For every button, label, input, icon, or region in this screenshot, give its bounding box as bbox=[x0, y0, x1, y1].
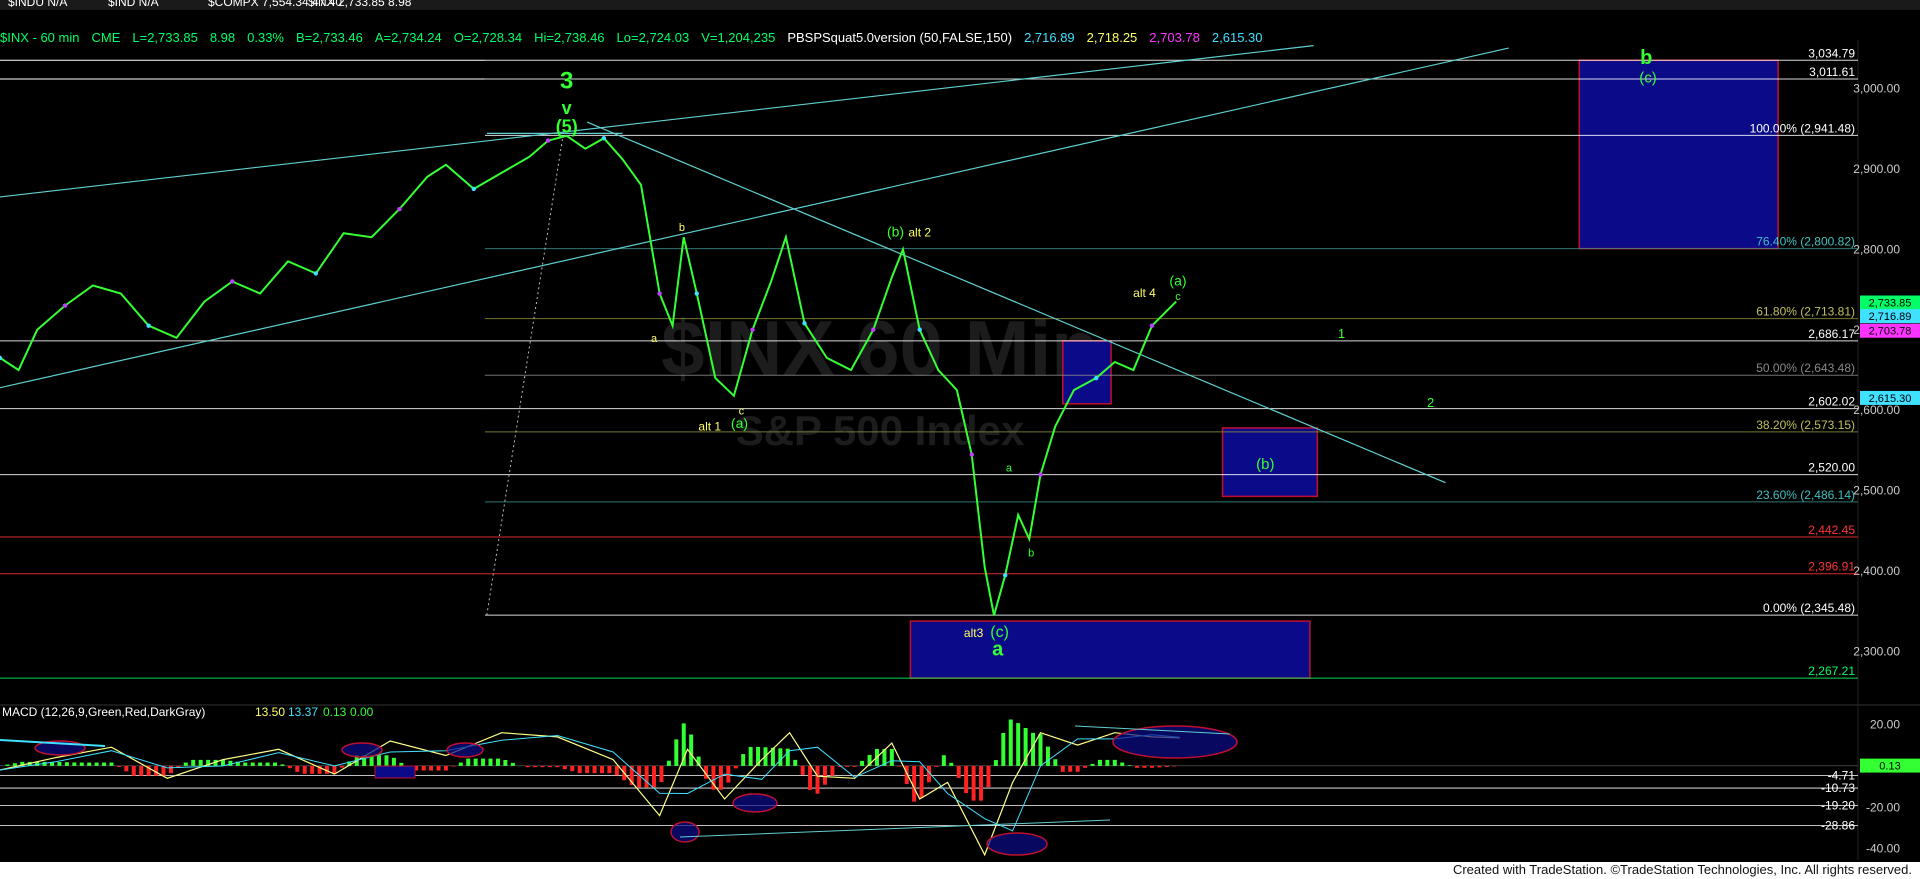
pivot-dot bbox=[969, 452, 974, 457]
price-level-label: 2,520.00 bbox=[1808, 461, 1855, 475]
pivot-dot bbox=[313, 271, 319, 276]
wave-label: b bbox=[1640, 47, 1652, 69]
wave-label: 2 bbox=[1427, 395, 1434, 410]
wave-label: (a) bbox=[731, 415, 748, 431]
watermark-name: S&P 500 Index bbox=[736, 407, 1025, 454]
price-tag: 2,733.85 bbox=[1869, 298, 1912, 310]
price-tag: 2,615.30 bbox=[1869, 393, 1912, 405]
price-tick: 2,900.00 bbox=[1853, 162, 1900, 176]
price-level-label: 3,011.61 bbox=[1809, 65, 1855, 79]
wave-label: 3 bbox=[560, 67, 573, 94]
channel-upper bbox=[0, 45, 1314, 198]
macd-value-2: 13.37 bbox=[288, 705, 318, 719]
price-level-label: 3,034.79 bbox=[1808, 46, 1855, 60]
pivot-dot bbox=[545, 138, 551, 143]
price-level-label: 50.00% (2,643.48) bbox=[1756, 361, 1855, 375]
wave-label: alt 2 bbox=[908, 225, 931, 239]
macd-value-4: 0.00 bbox=[350, 705, 374, 719]
price-level-label: 2,396.91 bbox=[1808, 560, 1855, 574]
price-level-label: 61.80% (2,713.81) bbox=[1756, 305, 1855, 319]
macd-divergence-ellipse bbox=[446, 742, 484, 758]
price-tag: 2,716.89 bbox=[1869, 311, 1912, 323]
macd-tag: 0.13 bbox=[1879, 761, 1900, 773]
price-level-label: 23.60% (2,486.14) bbox=[1756, 488, 1855, 502]
wave-label: alt 1 bbox=[698, 419, 721, 433]
pivot-dot bbox=[694, 291, 699, 296]
pivot-dot bbox=[230, 279, 235, 284]
wave-label: (b) bbox=[887, 223, 904, 239]
pivot-dot bbox=[802, 321, 807, 326]
macd-tick: -20.00 bbox=[1866, 800, 1900, 814]
pivot-dot bbox=[471, 186, 476, 192]
pivot-dot bbox=[146, 323, 151, 328]
macd-divergence-ellipse bbox=[732, 793, 778, 813]
footer-credit: Created with TradeStation. ©TradeStation… bbox=[1450, 862, 1914, 877]
pivot-dot bbox=[397, 206, 402, 212]
wave-label: alt3 bbox=[964, 626, 984, 640]
price-tick: 2,500.00 bbox=[1853, 484, 1900, 498]
macd-tick: -40.00 bbox=[1866, 842, 1900, 856]
macd-level-label: -10.73 bbox=[1821, 781, 1855, 795]
wave-label: alt 4 bbox=[1133, 286, 1156, 300]
wave-label: (a) bbox=[1169, 272, 1186, 288]
pivot-dot bbox=[1094, 375, 1099, 381]
pivot-dot bbox=[750, 327, 755, 332]
price-chart[interactable]: $INX 60 Min S&P 500 Index 3,000.00 2,900.00… bbox=[0, 0, 1920, 862]
price-tick: 2,400.00 bbox=[1853, 564, 1900, 578]
price-tick: 2,600.00 bbox=[1853, 403, 1900, 417]
pivot-dot bbox=[871, 327, 876, 332]
wave-label: b bbox=[679, 222, 685, 234]
wave-label: v bbox=[562, 98, 572, 118]
price-level-label: 2,602.02 bbox=[1808, 395, 1855, 409]
price-tick: 3,000.00 bbox=[1853, 81, 1900, 95]
price-level-label: 100.00% (2,941.48) bbox=[1750, 121, 1855, 135]
macd-value-3: 0.13 bbox=[323, 705, 347, 719]
price-tag: 2,703.78 bbox=[1869, 326, 1912, 338]
wave-label: 1 bbox=[1338, 326, 1345, 341]
wave-label: a bbox=[651, 333, 658, 345]
pivot-dot bbox=[62, 303, 68, 308]
target-box-b bbox=[1578, 59, 1779, 250]
macd-marker-box bbox=[374, 765, 416, 779]
price-tick: 2,800.00 bbox=[1853, 242, 1900, 256]
wave-label: (c) bbox=[1639, 70, 1657, 87]
pivot-dot bbox=[657, 291, 662, 296]
wave-label: b bbox=[1028, 548, 1034, 560]
wave-label: (5) bbox=[556, 117, 578, 137]
macd-value-1: 13.50 bbox=[255, 705, 285, 719]
pivot-dot bbox=[601, 135, 607, 141]
macd-level-label: -28.86 bbox=[1821, 819, 1855, 833]
macd-level-label: -19.20 bbox=[1821, 799, 1855, 813]
price-tick: 2,300.00 bbox=[1853, 645, 1900, 659]
macd-divergence-ellipse bbox=[670, 821, 700, 843]
macd-divergence-ellipse bbox=[341, 742, 383, 758]
wave-label: a bbox=[1006, 462, 1013, 474]
pivot-dot bbox=[917, 327, 922, 332]
pivot-dot bbox=[1038, 472, 1043, 477]
watermark-symbol: $INX 60 Min bbox=[661, 304, 1099, 392]
wave-label: (b) bbox=[1256, 456, 1274, 473]
price-level-label: 2,442.45 bbox=[1808, 523, 1855, 537]
wave-label: c bbox=[1175, 291, 1181, 303]
macd-tick: 20.00 bbox=[1870, 717, 1900, 731]
wave-label: a bbox=[992, 639, 1004, 661]
price-level-label: 38.20% (2,573.15) bbox=[1756, 418, 1855, 432]
price-level-label: 2,686.17 bbox=[1808, 327, 1855, 341]
price-level-label: 76.40% (2,800.82) bbox=[1756, 235, 1855, 249]
macd-label: MACD (12,26,9,Green,Red,DarkGray) bbox=[2, 705, 205, 719]
macd-divergence-ellipse bbox=[986, 832, 1048, 856]
price-level-label: 0.00% (2,345.48) bbox=[1763, 601, 1855, 615]
pivot-dot bbox=[1002, 573, 1008, 578]
pivot-dot bbox=[1149, 323, 1155, 328]
price-level-label: 2,267.21 bbox=[1808, 664, 1855, 678]
macd-trendline bbox=[679, 819, 1111, 838]
